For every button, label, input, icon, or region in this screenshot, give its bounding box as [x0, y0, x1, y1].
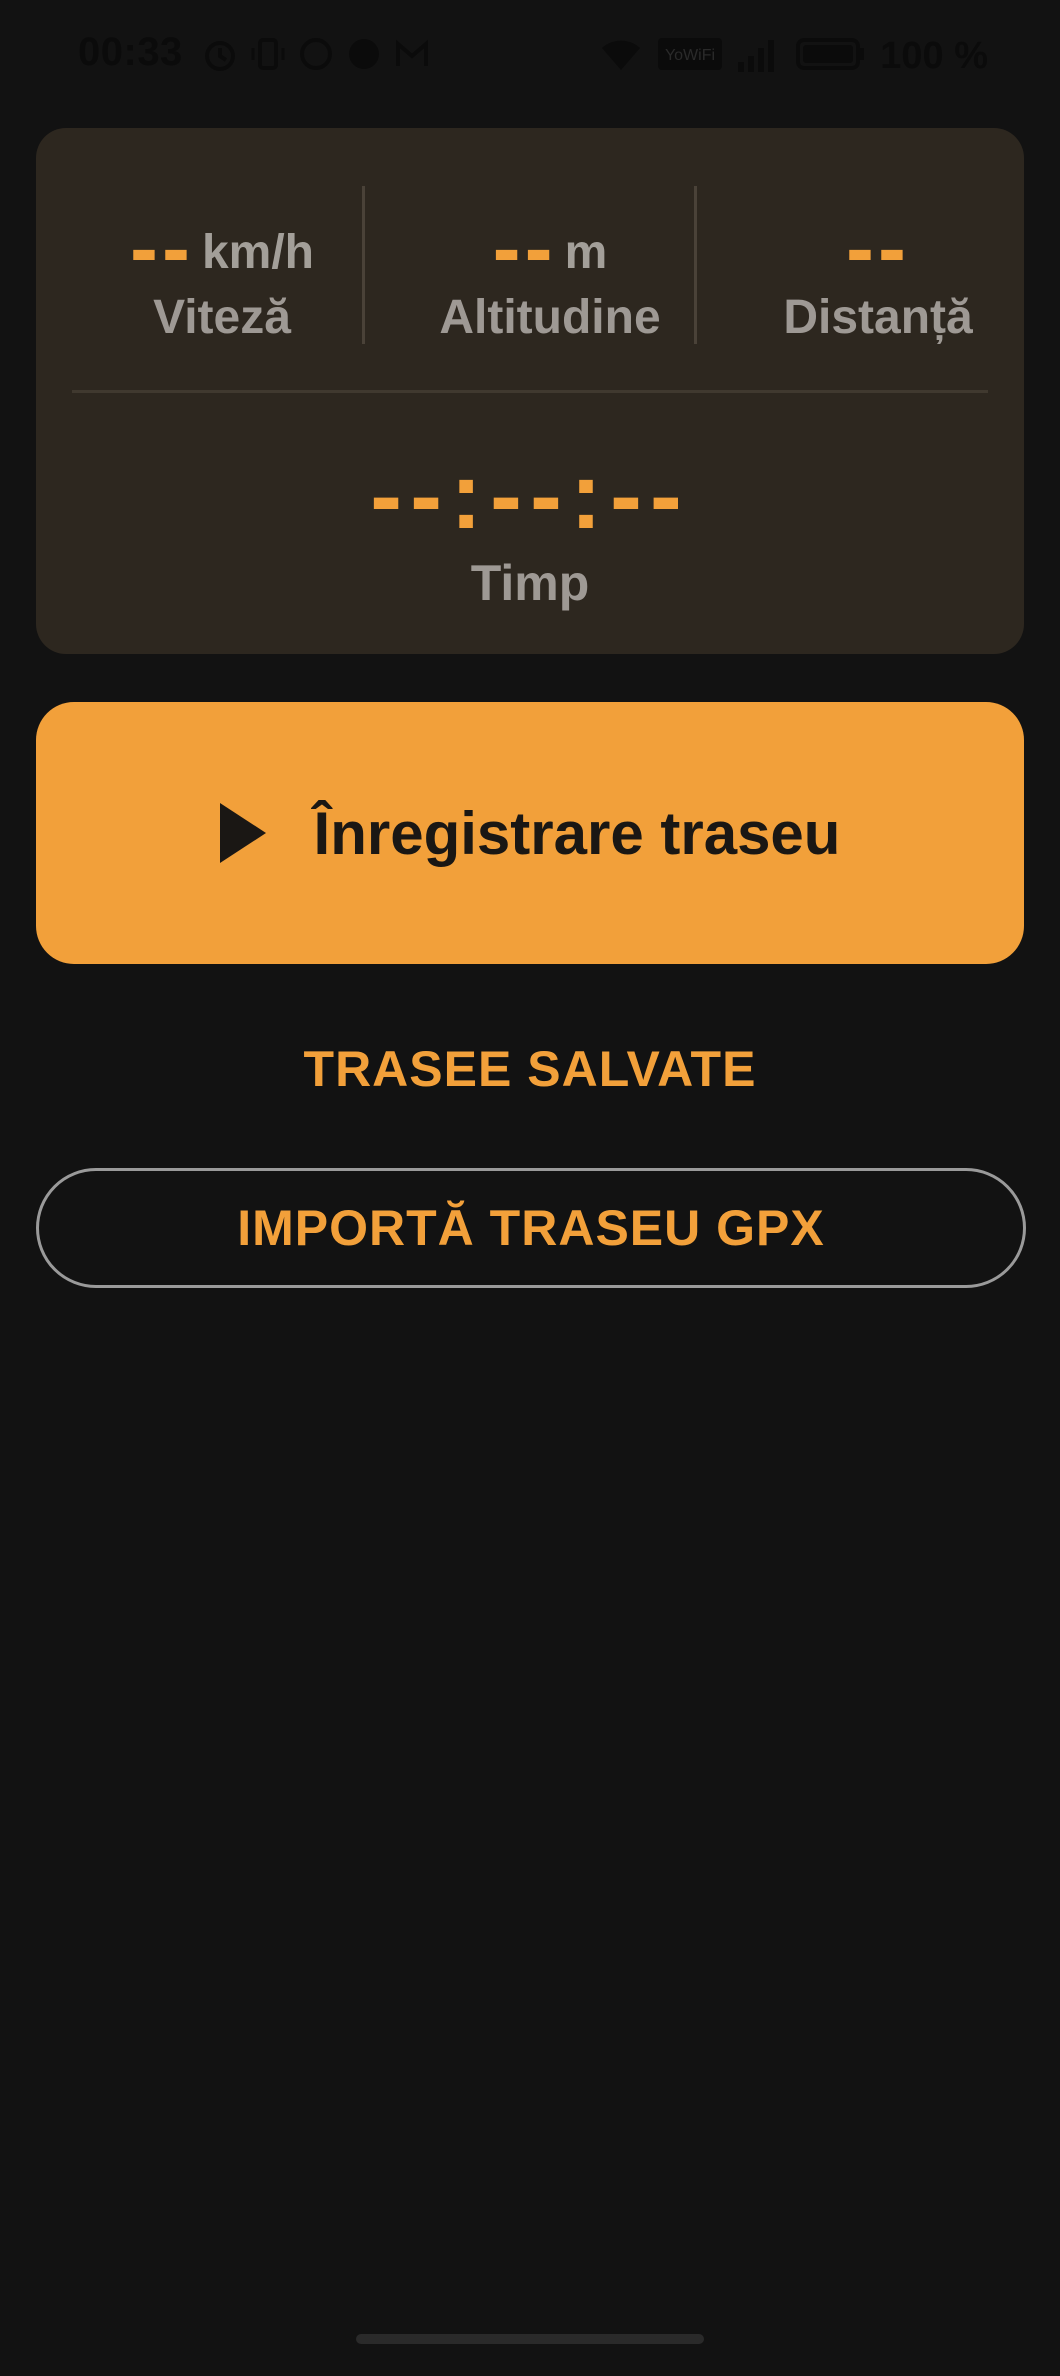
battery-charging-icon [796, 34, 866, 79]
speed-value-row: -- km/h [72, 190, 372, 295]
saved-routes-button[interactable]: TRASEE SALVATE [0, 1040, 1060, 1098]
app-icon [344, 34, 384, 79]
record-route-label: Înregistrare traseu [313, 799, 841, 867]
stats-divider [72, 390, 988, 393]
wifi-icon [598, 34, 644, 79]
distance-value-row: -- [728, 190, 1028, 295]
speed-label: Viteză [153, 291, 291, 344]
stats-card: -- km/h Viteză -- m Altitudine -- Distan… [36, 128, 1024, 654]
status-time: 00:33 [78, 30, 183, 74]
altitude-stat: -- m Altitudine [400, 190, 700, 410]
altitude-unit: m [564, 226, 608, 279]
system-icons: YoWiFi 100 % [598, 34, 988, 78]
status-bar: 00:33 YoWiFi 100 % [0, 0, 1060, 118]
speed-unit: km/h [201, 226, 314, 279]
timer-label: Timp [470, 555, 590, 611]
play-icon [219, 803, 266, 863]
altitude-label: Altitudine [439, 291, 661, 344]
yowifi-badge: YoWiFi [658, 36, 723, 77]
svg-text:YoWiFi: YoWiFi [665, 47, 715, 64]
import-gpx-label: IMPORTĂ TRASEU GPX [237, 1200, 825, 1256]
gesture-bar[interactable] [356, 2334, 704, 2344]
stat-divider [694, 186, 697, 344]
altitude-value-row: -- m [400, 190, 700, 295]
signal-icon [736, 34, 782, 79]
speed-value: -- [130, 201, 194, 295]
distance-stat: -- Distanță [728, 190, 1028, 410]
vibrate-icon [248, 34, 288, 79]
distance-label: Distanță [783, 291, 973, 344]
record-route-button[interactable]: Înregistrare traseu [36, 702, 1024, 964]
battery-percent: 100 % [880, 34, 988, 77]
speed-stat: -- km/h Viteză [72, 190, 372, 410]
alarm-icon [200, 34, 240, 79]
distance-value: -- [846, 201, 910, 295]
gmail-icon [392, 34, 432, 79]
whatsapp-icon [296, 34, 336, 79]
timer-value: --:--:-- [370, 442, 690, 549]
altitude-value: -- [492, 201, 557, 295]
stat-divider [362, 186, 365, 344]
import-gpx-button[interactable]: IMPORTĂ TRASEU GPX [36, 1168, 1026, 1288]
notification-icons [200, 34, 432, 78]
